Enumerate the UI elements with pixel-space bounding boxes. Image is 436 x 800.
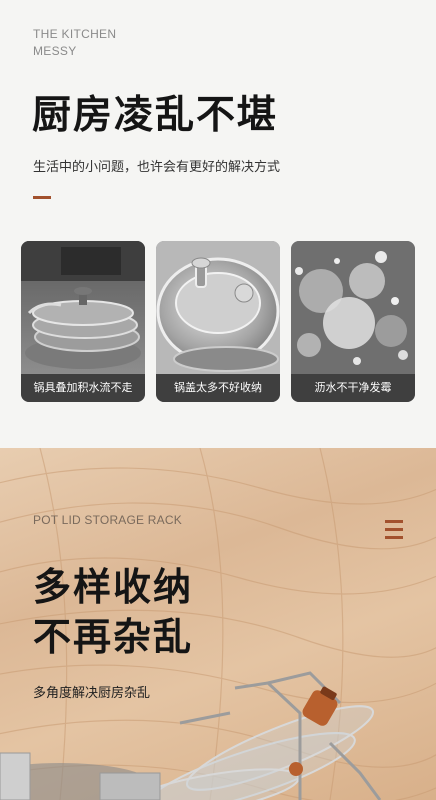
accent-divider [33, 196, 51, 199]
card-caption: 沥水不干净发霉 [291, 374, 415, 402]
title-line-1: 多样收纳 [33, 565, 194, 609]
card-caption: 锅盖太多不好收纳 [156, 374, 280, 402]
eyebrow-line-2: MESSY [33, 44, 77, 58]
kitchen-messy-section: THE KITCHEN MESSY 厨房凌乱不堪 生活中的小问题，也许会有更好的… [0, 0, 436, 448]
section-subtitle: 生活中的小问题，也许会有更好的解决方式 [33, 160, 281, 175]
eyebrow-label: POT LID STORAGE RACK [33, 513, 182, 527]
pot-lid-rack-section: POT LID STORAGE RACK 多样收纳 不再杂乱 多角度解决厨房杂乱 [0, 448, 436, 800]
problem-card-stacked-pots: 锅具叠加积水流不走 [21, 241, 145, 402]
problem-card-moldy-water: 沥水不干净发霉 [291, 241, 415, 402]
hamburger-menu-icon[interactable] [385, 520, 403, 540]
problem-cards: 锅具叠加积水流不走 锅盖太多不好收纳 沥水不干净发霉 [21, 241, 415, 402]
eyebrow-line-1: THE KITCHEN [33, 27, 117, 41]
card-caption: 锅具叠加积水流不走 [21, 374, 145, 402]
problem-card-pot-lids: 锅盖太多不好收纳 [156, 241, 280, 402]
pot-lid-photo [156, 241, 280, 374]
section-title: 多样收纳 不再杂乱 [33, 562, 193, 662]
eyebrow-label: THE KITCHEN MESSY [33, 26, 116, 60]
stacked-pots-photo [21, 241, 145, 374]
pot-lid-rack-photo [0, 671, 382, 800]
moldy-water-photo [291, 241, 415, 374]
section-title: 厨房凌乱不堪 [32, 93, 279, 138]
